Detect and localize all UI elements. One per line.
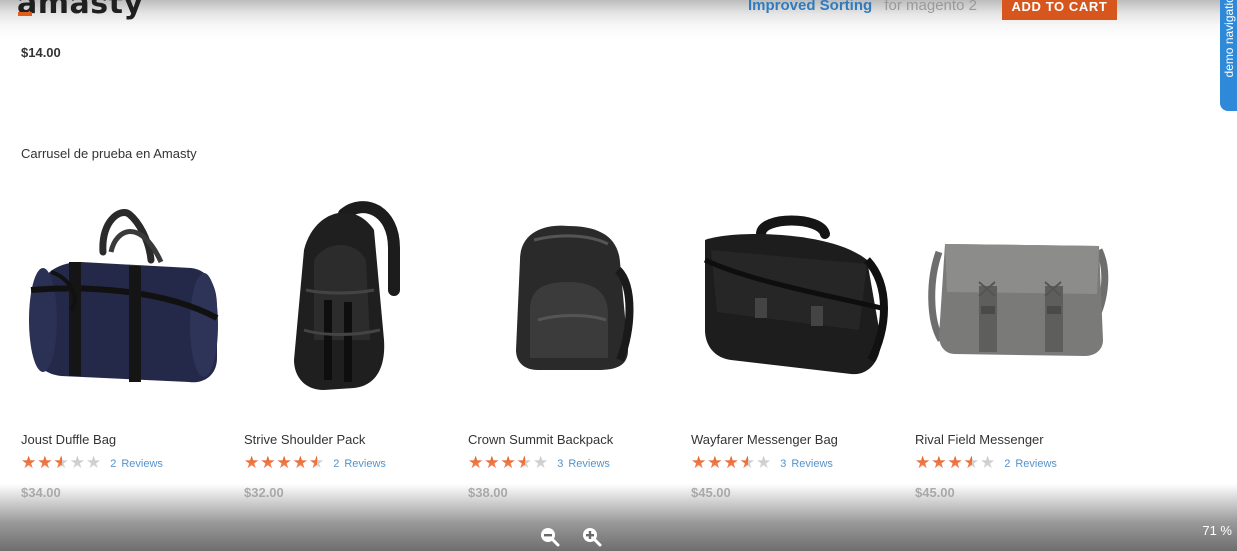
duffle-bag-icon <box>29 209 219 383</box>
product-rating: ★★★★★★★★★★ 3 Reviews <box>468 455 610 472</box>
zoom-in-icon <box>583 528 602 547</box>
review-count: 2 <box>110 457 117 470</box>
star-rating: ★★★★★★★★★★ <box>915 453 997 473</box>
demo-navigation-label: demo navigation <box>1222 0 1236 78</box>
zoom-out-icon <box>541 528 560 547</box>
reviews-link[interactable]: 3 Reviews <box>780 458 833 470</box>
reviews-label: Reviews <box>791 457 833 470</box>
star-rating: ★★★★★★★★★★ <box>244 453 326 473</box>
product-image-link[interactable] <box>244 190 444 410</box>
product-item: Crown Summit Backpack ★★★★★★★★★★ 3 Review… <box>468 190 668 500</box>
reviews-link[interactable]: 2 Reviews <box>1004 458 1057 470</box>
product-price: $34.00 <box>21 485 61 500</box>
demo-navigation-tab[interactable]: demo navigation <box>1220 0 1237 111</box>
backpack-icon <box>516 225 634 370</box>
star-rating: ★★★★★★★★★★ <box>21 453 103 473</box>
promo-subtitle: for magento 2 <box>884 0 977 14</box>
reviews-link[interactable]: 2 Reviews <box>333 458 386 470</box>
reviews-label: Reviews <box>344 457 386 470</box>
reviews-link[interactable]: 3 Reviews <box>557 458 610 470</box>
logo-accent-bar <box>18 12 32 16</box>
zoom-in-button[interactable] <box>582 527 602 547</box>
star-rating: ★★★★★★★★★★ <box>468 453 550 473</box>
product-item: Wayfarer Messenger Bag ★★★★★★★★★★ 3 Revie… <box>691 190 891 500</box>
review-count: 3 <box>780 457 787 470</box>
page: amasty Improved Sorting for magento 2 AD… <box>0 0 1237 551</box>
product-name[interactable]: Joust Duffle Bag <box>21 432 116 447</box>
product-price: $32.00 <box>244 485 284 500</box>
review-count: 2 <box>1004 457 1011 470</box>
product-image-link[interactable] <box>915 190 1115 410</box>
reviews-label: Reviews <box>1015 457 1057 470</box>
star-rating-fill: ★★★★★ <box>21 455 62 472</box>
carousel-title: Carrusel de prueba en Amasty <box>21 146 197 161</box>
product-name[interactable]: Strive Shoulder Pack <box>244 432 365 447</box>
star-rating-fill: ★★★★★ <box>244 455 317 472</box>
product-name[interactable]: Rival Field Messenger <box>915 432 1044 447</box>
reviews-label: Reviews <box>568 457 610 470</box>
reviews-link[interactable]: 2 Reviews <box>110 458 163 470</box>
zoom-out-button[interactable] <box>540 527 560 547</box>
product-price: $45.00 <box>691 485 731 500</box>
previous-product-price: $14.00 <box>21 45 61 60</box>
product-price: $45.00 <box>915 485 955 500</box>
star-rating-fill: ★★★★★ <box>915 455 972 472</box>
promo-highlight: Improved Sorting <box>748 0 873 14</box>
product-image-link[interactable] <box>21 190 221 410</box>
demo-top-bar: amasty Improved Sorting for magento 2 AD… <box>0 0 1237 40</box>
star-rating-fill: ★★★★★ <box>691 455 748 472</box>
product-item: Strive Shoulder Pack ★★★★★★★★★★ 2 Reviews… <box>244 190 444 500</box>
product-rating: ★★★★★★★★★★ 3 Reviews <box>691 455 833 472</box>
star-rating-fill: ★★★★★ <box>468 455 525 472</box>
zoom-level-readout: 71 % <box>1202 523 1232 538</box>
product-image-link[interactable] <box>468 190 668 410</box>
messenger-bag-icon <box>703 215 888 375</box>
reviews-label: Reviews <box>121 457 163 470</box>
product-rating: ★★★★★★★★★★ 2 Reviews <box>244 455 386 472</box>
review-count: 3 <box>557 457 564 470</box>
add-to-cart-button[interactable]: ADD TO CART <box>1002 0 1117 20</box>
amasty-logo[interactable]: amasty <box>17 0 144 21</box>
field-messenger-icon <box>928 244 1109 356</box>
product-rating: ★★★★★★★★★★ 2 Reviews <box>915 455 1057 472</box>
product-price: $38.00 <box>468 485 508 500</box>
product-item: Rival Field Messenger ★★★★★★★★★★ 2 Review… <box>915 190 1115 500</box>
shoulder-pack-icon <box>294 201 400 390</box>
promo-text: Improved Sorting for magento 2 <box>748 0 977 14</box>
product-rating: ★★★★★★★★★★ 2 Reviews <box>21 455 163 472</box>
product-image-link[interactable] <box>691 190 891 410</box>
star-rating: ★★★★★★★★★★ <box>691 453 773 473</box>
product-name[interactable]: Wayfarer Messenger Bag <box>691 432 838 447</box>
review-count: 2 <box>333 457 340 470</box>
product-item: Joust Duffle Bag ★★★★★★★★★★ 2 Reviews $34… <box>21 190 221 500</box>
product-name[interactable]: Crown Summit Backpack <box>468 432 613 447</box>
